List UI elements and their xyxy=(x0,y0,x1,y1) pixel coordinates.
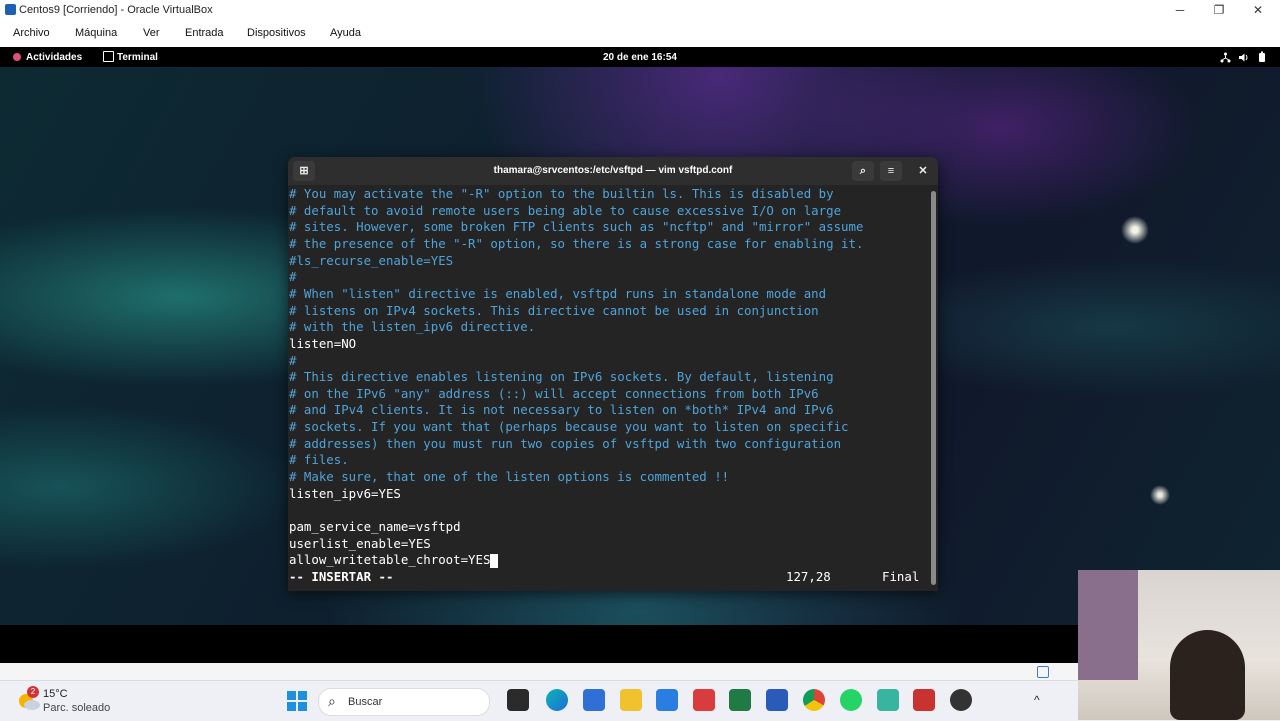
gnome-top-bar: Actividades Terminal 20 de ene 16:54 xyxy=(0,47,1280,67)
store-icon[interactable] xyxy=(583,689,605,711)
vim-comment-line: # sockets. If you want that (perhaps bec… xyxy=(289,419,849,435)
vim-cursor-position: 127,28 xyxy=(786,568,831,584)
vim-comment-line: # on the IPv6 "any" address (::) will ac… xyxy=(289,385,819,401)
vim-buffer[interactable]: # You may activate the "-R" option to th… xyxy=(288,185,930,591)
vim-comment-line: # This directive enables listening on IP… xyxy=(289,369,834,385)
virtualbox-task-icon[interactable] xyxy=(913,689,935,711)
close-icon[interactable]: ✕ xyxy=(1238,2,1278,18)
menu-ver[interactable]: Ver xyxy=(143,27,160,39)
task-view-icon[interactable] xyxy=(507,689,529,711)
text-cursor xyxy=(490,553,499,568)
vim-comment-line: # listens on IPv4 sockets. This directiv… xyxy=(289,302,819,318)
vim-comment-line: # the presence of the "-R" option, so th… xyxy=(289,235,864,251)
app-menu-terminal[interactable]: Terminal xyxy=(117,52,158,63)
tray-chevron-icon[interactable]: ^ xyxy=(1034,693,1040,707)
vscode-icon[interactable] xyxy=(877,689,899,711)
whatsapp-icon[interactable] xyxy=(840,689,862,711)
vim-comment-line: # default to avoid remote users being ab… xyxy=(289,202,842,218)
vim-comment-line: # addresses) then you must run two copie… xyxy=(289,435,842,451)
vim-config-line: pam_service_name=vsftpd xyxy=(289,519,461,534)
close-terminal-icon[interactable]: ✕ xyxy=(912,161,934,181)
virtualbox-icon xyxy=(5,4,16,15)
vim-mode: -- INSERTAR -- xyxy=(289,568,394,584)
word-icon[interactable] xyxy=(766,689,788,711)
vim-config-line: userlist_enable=YES xyxy=(289,535,431,551)
taskbar-search-box[interactable]: ⌕ Buscar xyxy=(318,688,490,716)
windows-start-icon[interactable] xyxy=(287,691,307,711)
vim-comment-line: # and IPv4 clients. It is not necessary … xyxy=(289,402,834,418)
terminal-headerbar: ⊞ thamara@srvcentos:/etc/vsftpd — vim vs… xyxy=(288,157,938,185)
terminal-scrollbar[interactable] xyxy=(931,191,936,585)
excel-icon[interactable] xyxy=(729,689,751,711)
menu-ayuda[interactable]: Ayuda xyxy=(330,27,361,39)
network-icon[interactable] xyxy=(1220,52,1231,63)
terminal-app-icon xyxy=(103,51,114,62)
vim-comment-line: #ls_recurse_enable=YES xyxy=(289,252,454,268)
vim-config-line: allow_writetable_chroot=YES xyxy=(289,552,499,569)
vim-comment-line: # Make sure, that one of the listen opti… xyxy=(289,469,730,485)
hamburger-menu-icon[interactable]: ≡ xyxy=(880,161,902,181)
host-menubar: Archivo Máquina Ver Entrada Dispositivos… xyxy=(0,20,1280,47)
taskbar-search-placeholder: Buscar xyxy=(348,696,383,708)
clock[interactable]: 20 de ene 16:54 xyxy=(603,52,677,63)
minimize-icon[interactable]: ─ xyxy=(1160,2,1200,18)
vim-comment-line: # xyxy=(289,352,297,368)
vim-comment-line: # You may activate the "-R" option to th… xyxy=(289,186,834,201)
vim-comment-line: # files. xyxy=(289,452,349,468)
weather-badge: 2 xyxy=(27,686,39,698)
vim-config-line: listen=NO xyxy=(289,335,357,351)
vim-scroll-position: Final xyxy=(882,568,920,584)
edge-icon[interactable] xyxy=(546,689,568,711)
vim-comment-line: # with the listen_ipv6 directive. xyxy=(289,319,536,335)
recorder-icon[interactable] xyxy=(950,689,972,711)
volume-icon[interactable] xyxy=(1238,52,1250,63)
activities-icon xyxy=(13,53,21,61)
maximize-icon[interactable]: ❐ xyxy=(1199,2,1239,18)
weather-desc[interactable]: Parc. soleado xyxy=(43,702,110,714)
vim-comment-line: # sites. However, some broken FTP client… xyxy=(289,219,864,235)
webcam-person xyxy=(1170,630,1245,720)
status-indicator-icon[interactable] xyxy=(1037,666,1049,678)
vim-statusline: -- INSERTAR -- 127,28 Final xyxy=(289,569,929,586)
search-icon[interactable]: ⌕ xyxy=(852,161,874,181)
search-glass-icon: ⌕ xyxy=(328,693,336,709)
vm-display[interactable]: Actividades Terminal 20 de ene 16:54 ⊞ t… xyxy=(0,47,1280,625)
menu-archivo[interactable]: Archivo xyxy=(13,27,50,39)
vim-config-line: listen_ipv6=YES xyxy=(289,485,401,501)
terminal-title: thamara@srvcentos:/etc/vsftpd — vim vsft… xyxy=(493,165,733,176)
vim-comment-line: # When "listen" directive is enabled, vs… xyxy=(289,285,827,301)
mail-icon[interactable] xyxy=(656,689,678,711)
terminal-window[interactable]: ⊞ thamara@srvcentos:/etc/vsftpd — vim vs… xyxy=(288,157,938,591)
chrome-icon[interactable] xyxy=(803,689,825,711)
menu-maquina[interactable]: Máquina xyxy=(75,27,117,39)
power-icon[interactable] xyxy=(1258,51,1266,63)
menu-entrada[interactable]: Entrada xyxy=(185,27,224,39)
webcam-background xyxy=(1078,570,1138,680)
host-titlebar: Centos9 [Corriendo] - Oracle VirtualBox … xyxy=(0,0,1280,20)
host-window-title: Centos9 [Corriendo] - Oracle VirtualBox xyxy=(19,4,213,16)
wps-icon[interactable] xyxy=(693,689,715,711)
file-explorer-icon[interactable] xyxy=(620,689,642,711)
vim-comment-line: # xyxy=(289,269,297,285)
activities-button[interactable]: Actividades xyxy=(26,52,82,63)
menu-dispositivos[interactable]: Dispositivos xyxy=(247,27,306,39)
weather-temp[interactable]: 15°C xyxy=(43,688,68,700)
webcam-overlay xyxy=(1078,570,1280,720)
